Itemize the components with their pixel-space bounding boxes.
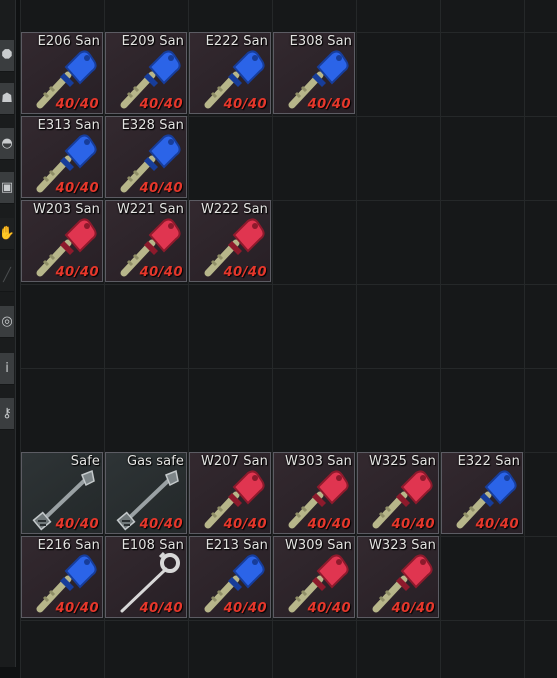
inventory-item[interactable]: E322 San 40/40 [441, 452, 523, 534]
inventory-item[interactable]: W325 San 40/40 [357, 452, 439, 534]
item-name: E108 San [121, 538, 184, 553]
item-name: W325 San [368, 454, 436, 469]
item-uses: 40/40 [55, 601, 99, 616]
item-uses: 40/40 [391, 517, 435, 532]
sidebar: ⯃ ☗ ◓ ▣ ✋ ╱ ◎ i ⚷ [0, 0, 16, 667]
item-name: W303 San [284, 454, 352, 469]
item-uses: 40/40 [307, 97, 351, 112]
inventory-item[interactable]: Safe 40/40 [21, 452, 103, 534]
inventory-item[interactable]: E308 San 40/40 [273, 32, 355, 114]
item-uses: 40/40 [223, 97, 267, 112]
item-uses: 40/40 [139, 265, 183, 280]
item-name: Gas safe [126, 454, 184, 469]
weapon-icon[interactable]: ╱ [0, 260, 14, 292]
item-uses: 40/40 [307, 517, 351, 532]
inventory-item[interactable]: E216 San 40/40 [21, 536, 103, 618]
pin-icon[interactable]: ⯃ [0, 40, 14, 72]
item-name: E308 San [289, 34, 352, 49]
item-name: W203 San [32, 202, 100, 217]
item-name: E209 San [121, 34, 184, 49]
inventory-item[interactable]: E313 San 40/40 [21, 116, 103, 198]
inventory-item[interactable]: E222 San 40/40 [189, 32, 271, 114]
inventory-item[interactable]: E209 San 40/40 [105, 32, 187, 114]
gloves-icon[interactable]: ✋ [0, 218, 15, 250]
item-name: E313 San [37, 118, 100, 133]
inventory-item[interactable]: E206 San 40/40 [21, 32, 103, 114]
helmet-icon[interactable]: ◓ [0, 128, 14, 160]
character-icon[interactable]: ☗ [0, 83, 14, 115]
key-icon[interactable]: ⚷ [0, 398, 14, 430]
item-uses: 40/40 [55, 97, 99, 112]
inventory-item[interactable]: E213 San 40/40 [189, 536, 271, 618]
inventory-item[interactable]: E328 San 40/40 [105, 116, 187, 198]
item-name: W309 San [284, 538, 352, 553]
item-uses: 40/40 [223, 265, 267, 280]
item-name: E328 San [121, 118, 184, 133]
item-name: W222 San [200, 202, 268, 217]
grenade-icon[interactable]: ◎ [0, 306, 14, 338]
inventory-item[interactable]: W323 San 40/40 [357, 536, 439, 618]
item-name: W221 San [116, 202, 184, 217]
item-uses: 40/40 [139, 97, 183, 112]
item-uses: 40/40 [139, 181, 183, 196]
info-icon[interactable]: i [0, 353, 14, 385]
item-name: E322 San [457, 454, 520, 469]
item-uses: 40/40 [475, 517, 519, 532]
item-uses: 40/40 [139, 517, 183, 532]
item-uses: 40/40 [307, 601, 351, 616]
item-uses: 40/40 [55, 517, 99, 532]
inventory-item[interactable]: E108 San 40/40 [105, 536, 187, 618]
item-uses: 40/40 [391, 601, 435, 616]
inventory-item[interactable]: W303 San 40/40 [273, 452, 355, 534]
inventory-item[interactable]: W221 San 40/40 [105, 200, 187, 282]
item-name: W207 San [200, 454, 268, 469]
item-name: Safe [70, 454, 100, 469]
item-name: W323 San [368, 538, 436, 553]
item-uses: 40/40 [139, 601, 183, 616]
inventory-item[interactable]: W207 San 40/40 [189, 452, 271, 534]
item-name: E206 San [37, 34, 100, 49]
item-uses: 40/40 [55, 265, 99, 280]
item-name: E213 San [205, 538, 268, 553]
inventory-item[interactable]: W222 San 40/40 [189, 200, 271, 282]
item-uses: 40/40 [55, 181, 99, 196]
item-name: E216 San [37, 538, 100, 553]
backpack-icon[interactable]: ▣ [0, 172, 14, 204]
item-uses: 40/40 [223, 517, 267, 532]
inventory-item[interactable]: Gas safe 40/40 [105, 452, 187, 534]
inventory-item[interactable]: W309 San 40/40 [273, 536, 355, 618]
item-name: E222 San [205, 34, 268, 49]
item-uses: 40/40 [223, 601, 267, 616]
inventory-item[interactable]: W203 San 40/40 [21, 200, 103, 282]
